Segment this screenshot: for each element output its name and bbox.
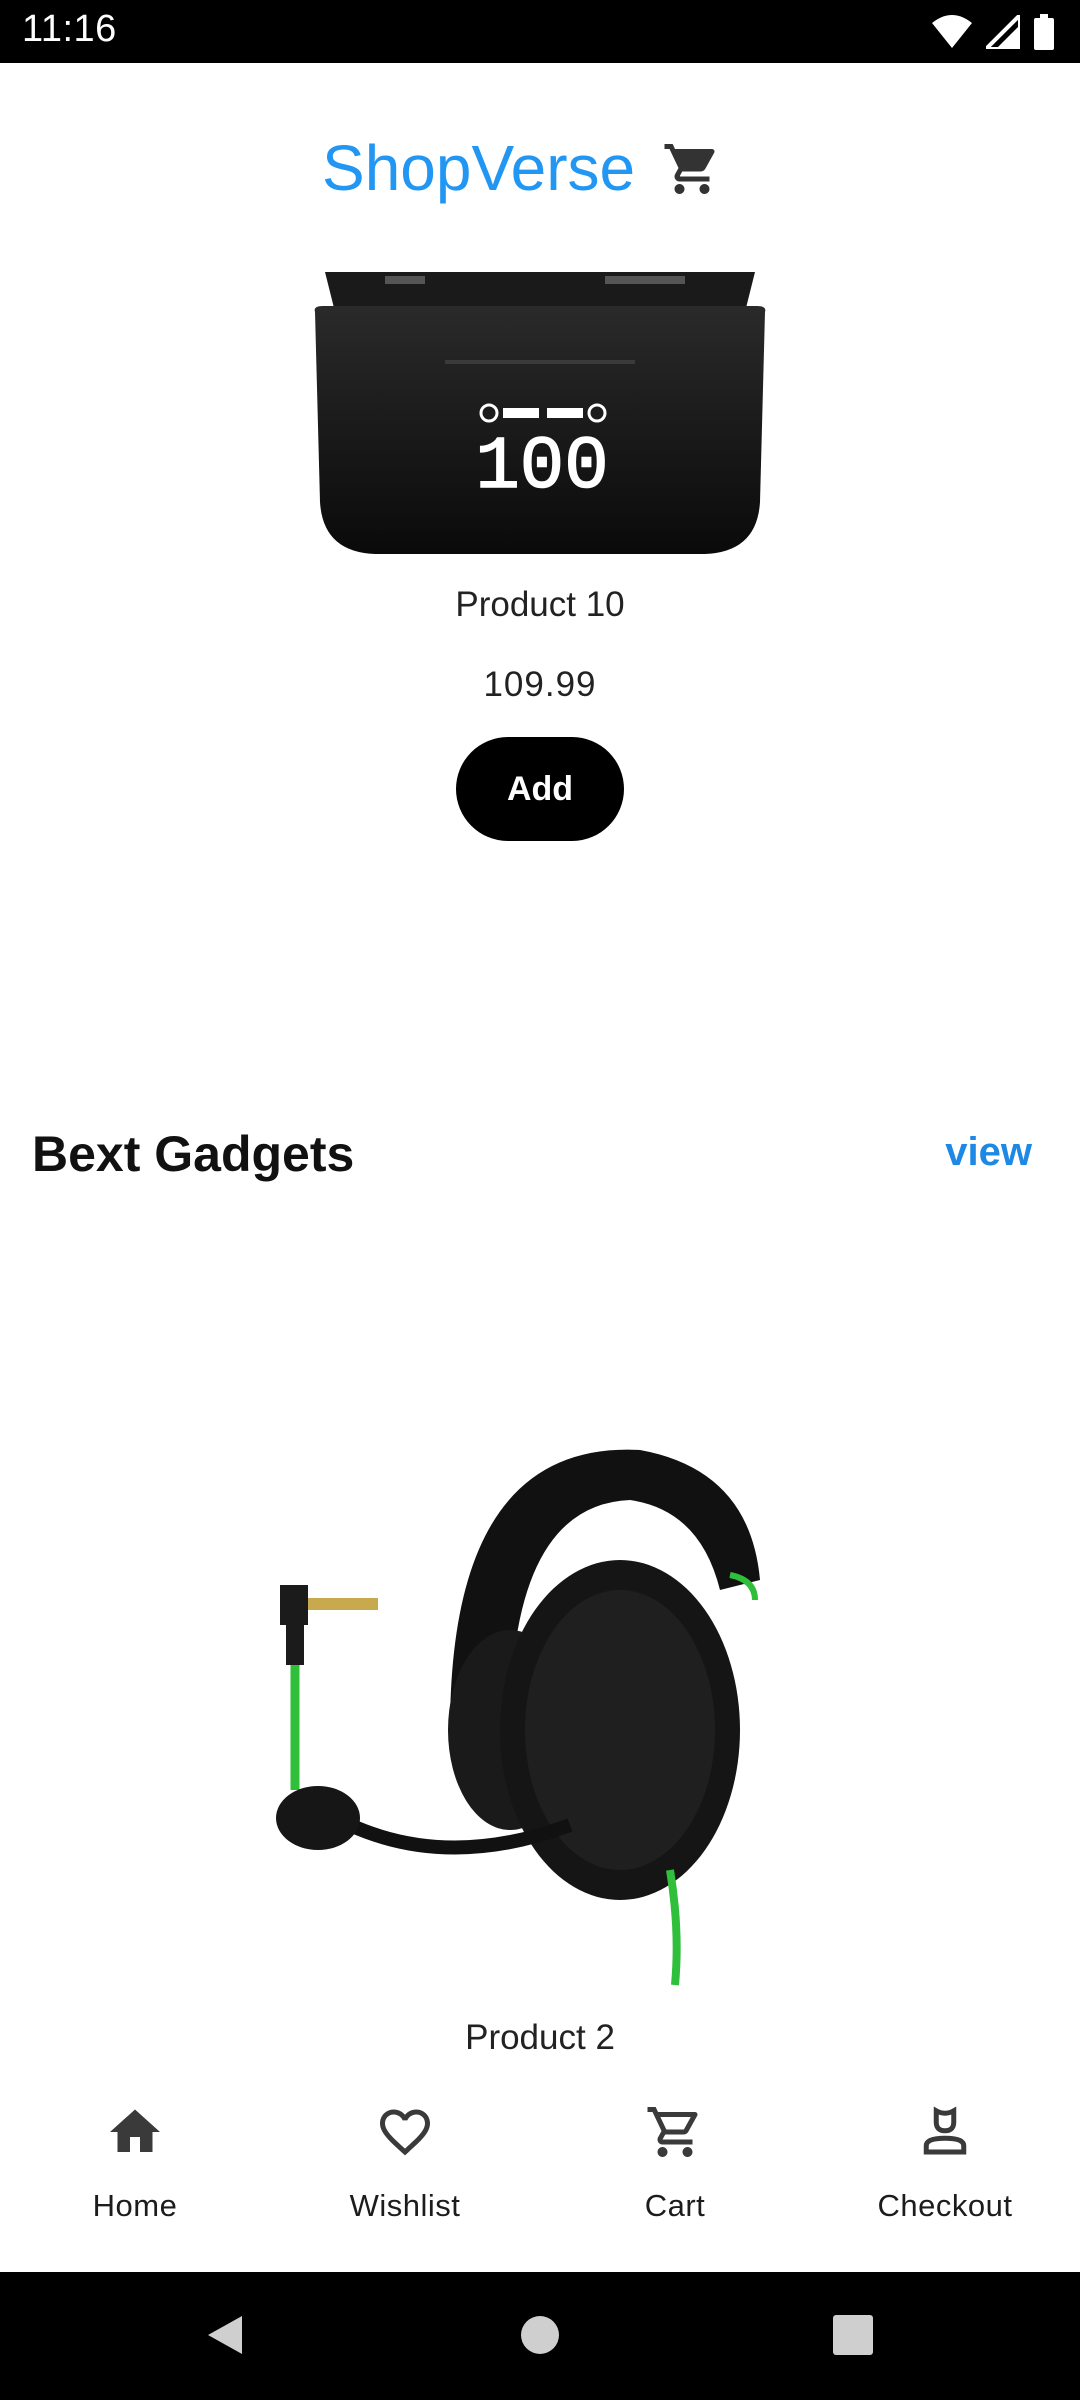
status-time: 11:16 [22,8,117,50]
nav-label-cart: Cart [644,2188,706,2223]
nav-wishlist[interactable]: Wishlist [270,2080,540,2272]
earbuds-case-image[interactable]: 100 [305,272,775,562]
system-navigation-bar [0,2272,1080,2400]
svg-text:100: 100 [475,426,608,510]
product-price: 109.99 [483,665,597,704]
app-header: ShopVerse [0,63,1080,273]
home-circle-icon[interactable] [517,2312,563,2358]
view-all-link[interactable]: view [945,1130,1032,1175]
app-title: ShopVerse [322,132,636,204]
battery-icon [1034,14,1054,50]
status-icons [932,12,1054,52]
back-icon[interactable] [202,2312,248,2358]
product-name: Product 10 [455,585,625,624]
nav-checkout[interactable]: Checkout [810,2080,1080,2272]
section-title: Bext Gadgets [32,1126,355,1182]
cart-icon [647,2107,698,2157]
nav-cart[interactable]: Cart [540,2080,810,2272]
signal-icon [986,15,1020,49]
nav-label-home: Home [92,2188,178,2223]
recents-icon[interactable] [830,2312,876,2358]
wifi-icon [932,15,972,48]
product-name-2: Product 2 [465,2018,615,2057]
bottom-navigation: Home Wishlist Cart Checkout [0,2080,1080,2272]
person-icon [923,2106,967,2155]
nav-label-wishlist: Wishlist [349,2188,461,2223]
add-to-cart-button[interactable]: Add [456,737,624,841]
cart-icon[interactable] [662,139,722,199]
nav-label-checkout: Checkout [877,2188,1013,2223]
home-icon [110,2109,160,2152]
status-bar: 11:16 [0,0,1080,63]
gaming-headset-image[interactable] [250,1430,830,1990]
nav-home[interactable]: Home [0,2080,270,2272]
heart-icon [380,2109,430,2156]
